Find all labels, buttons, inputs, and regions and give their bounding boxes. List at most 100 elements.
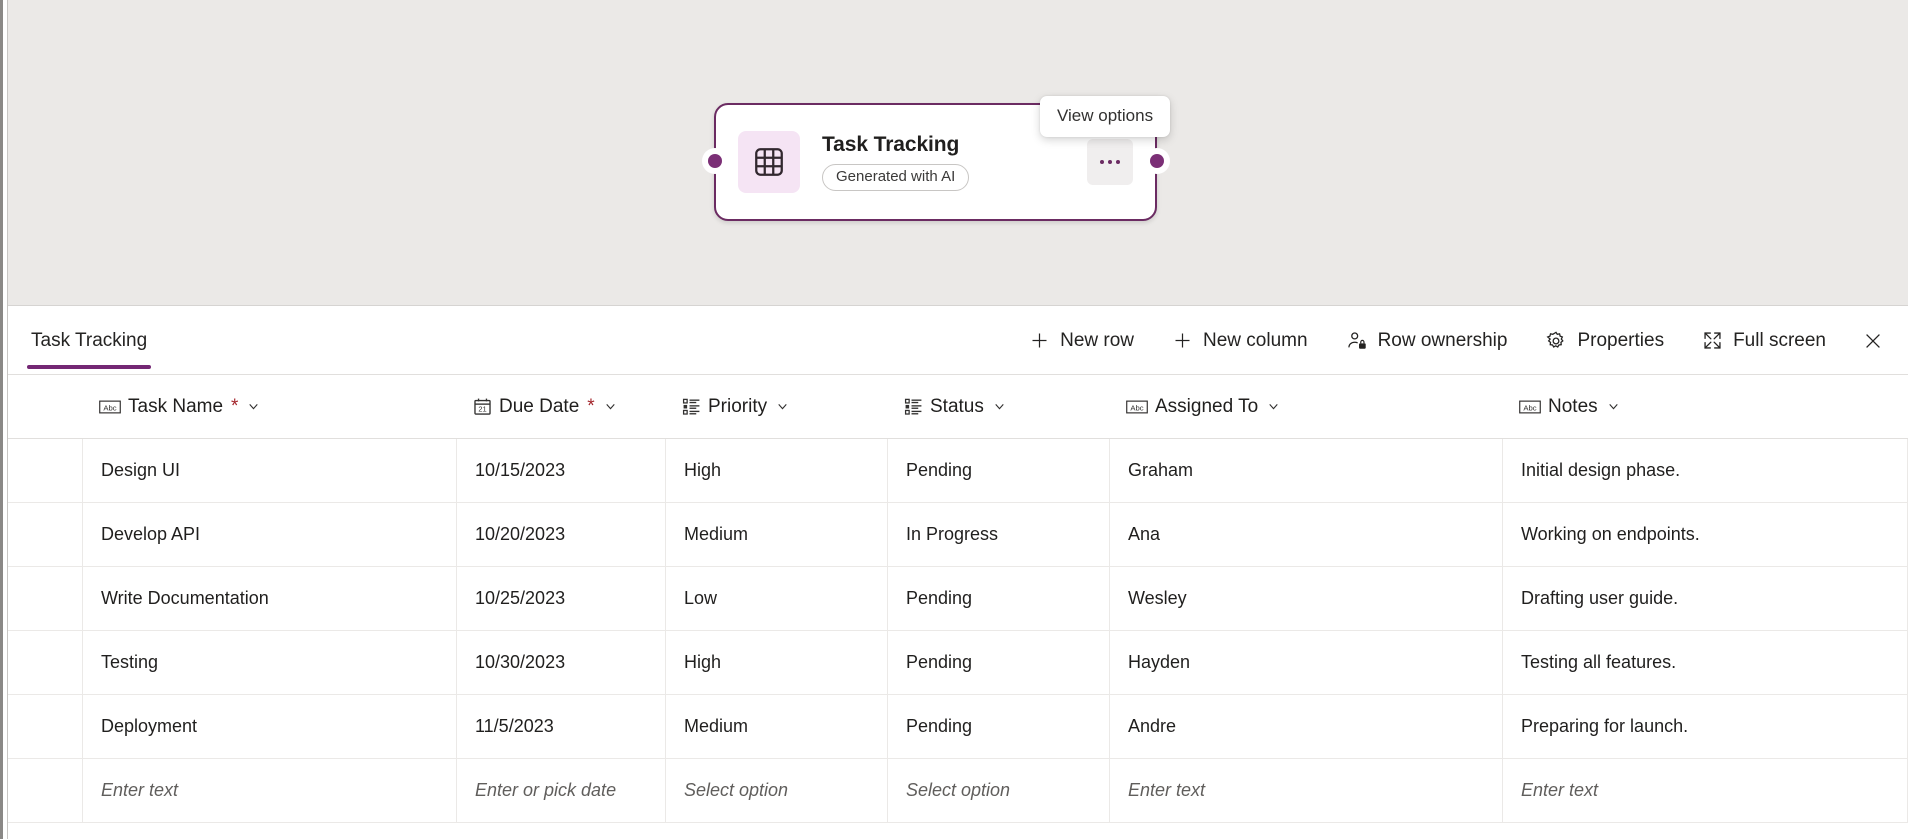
- svg-text:Abc: Abc: [1523, 403, 1536, 412]
- cell-task-name[interactable]: Write Documentation: [83, 567, 457, 630]
- cell-assigned-to[interactable]: Andre: [1110, 695, 1503, 758]
- generated-with-ai-badge: Generated with AI: [822, 163, 970, 192]
- cell-notes[interactable]: Testing all features.: [1503, 631, 1908, 694]
- new-notes-input[interactable]: Enter text: [1503, 759, 1908, 822]
- column-header-label: Notes: [1548, 395, 1598, 417]
- cell-due-date[interactable]: 10/25/2023: [457, 567, 666, 630]
- column-header-notes[interactable]: Abc Notes: [1503, 375, 1908, 438]
- cell-task-name[interactable]: Design UI: [83, 439, 457, 502]
- choice-list-icon: [904, 397, 923, 416]
- cell-priority[interactable]: Low: [666, 567, 888, 630]
- chevron-down-icon[interactable]: [1267, 400, 1280, 413]
- row-select-cell[interactable]: [8, 631, 83, 694]
- column-header-assigned-to[interactable]: Abc Assigned To: [1110, 375, 1503, 438]
- expand-icon: [1702, 330, 1723, 351]
- new-row-label: New row: [1060, 329, 1135, 351]
- cell-status[interactable]: Pending: [888, 439, 1110, 502]
- close-button[interactable]: [1854, 322, 1892, 360]
- abc-text-icon: Abc: [99, 399, 121, 415]
- row-ownership-button[interactable]: Row ownership: [1336, 322, 1518, 360]
- row-select-cell[interactable]: [8, 567, 83, 630]
- column-header-task-name[interactable]: Abc Task Name *: [83, 375, 457, 438]
- app-window: Task Tracking Generated with AI View opt…: [0, 0, 1908, 839]
- cell-due-date[interactable]: 11/5/2023: [457, 695, 666, 758]
- column-header-label: Priority: [708, 395, 768, 417]
- grid-select-all-cell[interactable]: [8, 375, 83, 438]
- required-marker: *: [587, 395, 595, 417]
- flow-canvas[interactable]: Task Tracking Generated with AI View opt…: [8, 0, 1908, 306]
- cell-notes[interactable]: Working on endpoints.: [1503, 503, 1908, 566]
- cell-notes[interactable]: Preparing for launch.: [1503, 695, 1908, 758]
- cell-assigned-to[interactable]: Hayden: [1110, 631, 1503, 694]
- connector-dot-icon: [708, 154, 722, 168]
- new-row-entry[interactable]: Enter text Enter or pick date Select opt…: [8, 759, 1908, 823]
- new-priority-select[interactable]: Select option: [666, 759, 888, 822]
- cell-status[interactable]: Pending: [888, 567, 1110, 630]
- cell-status[interactable]: In Progress: [888, 503, 1110, 566]
- cell-status[interactable]: Pending: [888, 695, 1110, 758]
- view-options-button[interactable]: [1087, 139, 1133, 185]
- node-connector-left[interactable]: [702, 148, 728, 174]
- node-connector-right[interactable]: [1144, 148, 1170, 174]
- placeholder-text: Enter text: [1128, 780, 1206, 800]
- column-header-due-date[interactable]: 21 Due Date *: [457, 375, 666, 438]
- cell-assigned-to[interactable]: Wesley: [1110, 567, 1503, 630]
- table-row[interactable]: Develop API 10/20/2023 Medium In Progres…: [8, 503, 1908, 567]
- new-row-button[interactable]: New row: [1019, 322, 1144, 360]
- new-due-date-input[interactable]: Enter or pick date: [457, 759, 666, 822]
- cell-notes[interactable]: Drafting user guide.: [1503, 567, 1908, 630]
- cell-priority[interactable]: High: [666, 439, 888, 502]
- cell-notes[interactable]: Initial design phase.: [1503, 439, 1908, 502]
- table-row[interactable]: Design UI 10/15/2023 High Pending Graham…: [8, 439, 1908, 503]
- cell-due-date[interactable]: 10/15/2023: [457, 439, 666, 502]
- full-screen-button[interactable]: Full screen: [1692, 322, 1836, 360]
- view-options-tooltip: View options: [1040, 96, 1171, 137]
- cell-task-name[interactable]: Testing: [83, 631, 457, 694]
- ellipsis-dot-icon: [1116, 160, 1120, 164]
- table-row[interactable]: Testing 10/30/2023 High Pending Hayden T…: [8, 631, 1908, 695]
- chevron-down-icon[interactable]: [993, 400, 1006, 413]
- row-select-cell[interactable]: [8, 759, 83, 822]
- table-toolbar: Task Tracking New row New column Row own…: [8, 307, 1908, 375]
- chevron-down-icon[interactable]: [247, 400, 260, 413]
- new-task-name-input[interactable]: Enter text: [83, 759, 457, 822]
- column-header-priority[interactable]: Priority: [666, 375, 888, 438]
- chevron-down-icon[interactable]: [1607, 400, 1620, 413]
- chevron-down-icon[interactable]: [604, 400, 617, 413]
- row-ownership-label: Row ownership: [1377, 329, 1508, 351]
- placeholder-text: Enter text: [101, 780, 179, 800]
- cell-status[interactable]: Pending: [888, 631, 1110, 694]
- new-assigned-to-input[interactable]: Enter text: [1110, 759, 1503, 822]
- new-column-button[interactable]: New column: [1162, 322, 1318, 360]
- cell-priority[interactable]: Medium: [666, 695, 888, 758]
- row-select-cell[interactable]: [8, 503, 83, 566]
- ellipsis-dot-icon: [1100, 160, 1104, 164]
- row-select-cell[interactable]: [8, 439, 83, 502]
- placeholder-text: Enter or pick date: [475, 780, 617, 800]
- calendar-21-icon: 21: [473, 397, 492, 416]
- column-header-label: Assigned To: [1155, 395, 1259, 417]
- chevron-down-icon[interactable]: [776, 400, 789, 413]
- cell-priority[interactable]: High: [666, 631, 888, 694]
- properties-button[interactable]: Properties: [1535, 322, 1674, 360]
- cell-assigned-to[interactable]: Ana: [1110, 503, 1503, 566]
- close-icon: [1862, 330, 1884, 352]
- column-header-status[interactable]: Status: [888, 375, 1110, 438]
- cell-priority[interactable]: Medium: [666, 503, 888, 566]
- tab-task-tracking[interactable]: Task Tracking: [25, 307, 153, 375]
- row-select-cell[interactable]: [8, 695, 83, 758]
- cell-due-date[interactable]: 10/20/2023: [457, 503, 666, 566]
- new-column-label: New column: [1203, 329, 1308, 351]
- person-lock-icon: [1346, 330, 1368, 352]
- table-row[interactable]: Write Documentation 10/25/2023 Low Pendi…: [8, 567, 1908, 631]
- svg-text:21: 21: [478, 405, 486, 414]
- cell-assigned-to[interactable]: Graham: [1110, 439, 1503, 502]
- grid-header-row: Abc Task Name * 21 Due Date * Priority S…: [8, 375, 1908, 439]
- cell-task-name[interactable]: Develop API: [83, 503, 457, 566]
- table-row[interactable]: Deployment 11/5/2023 Medium Pending Andr…: [8, 695, 1908, 759]
- cell-task-name[interactable]: Deployment: [83, 695, 457, 758]
- required-marker: *: [231, 395, 239, 417]
- cell-due-date[interactable]: 10/30/2023: [457, 631, 666, 694]
- new-status-select[interactable]: Select option: [888, 759, 1110, 822]
- tab-label: Task Tracking: [31, 329, 148, 351]
